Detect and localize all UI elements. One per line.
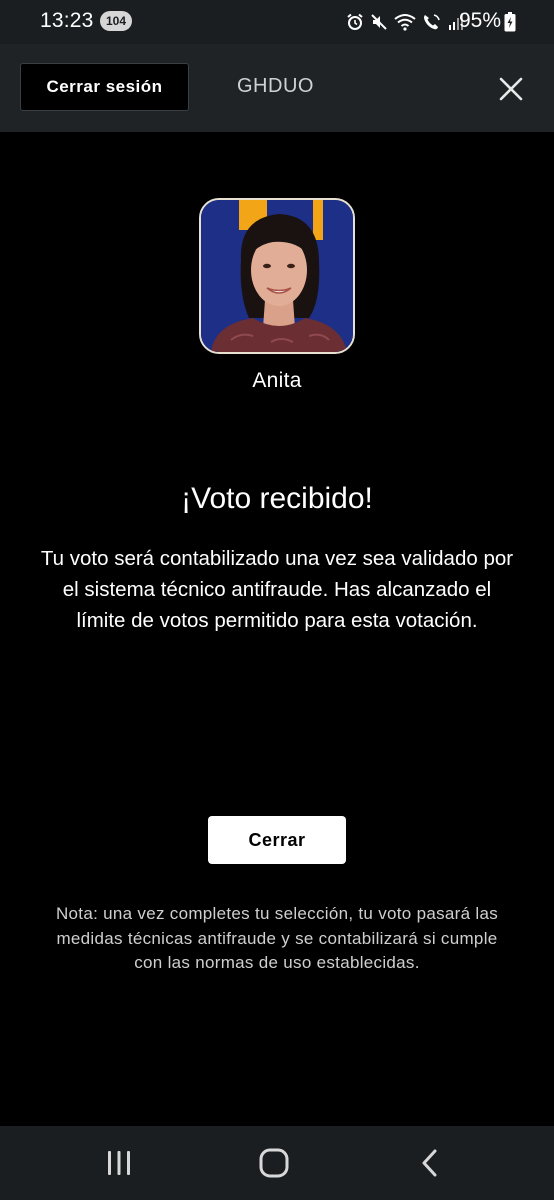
volte-call-icon (422, 13, 442, 31)
system-nav-bar (0, 1126, 554, 1200)
logout-button[interactable]: Cerrar sesión (20, 63, 189, 111)
mute-icon (370, 13, 388, 31)
home-icon[interactable] (254, 1146, 294, 1180)
notification-count-badge: 104 (100, 11, 132, 31)
battery-percent: 95% (459, 9, 502, 32)
recents-icon[interactable] (99, 1146, 139, 1180)
app-header: Cerrar sesión GHDUO (0, 44, 554, 132)
vote-message: Tu voto será contabilizado una vez sea v… (40, 547, 514, 632)
wifi-icon (394, 13, 416, 31)
status-time: 13:23 (40, 9, 94, 32)
status-bar: 13:23 104 95% (0, 0, 554, 44)
battery-charging-icon (504, 12, 516, 37)
close-icon[interactable] (496, 74, 526, 104)
status-icons (346, 11, 464, 33)
vote-received-title: ¡Voto recibido! (181, 482, 373, 515)
header-username: GHDUO (237, 75, 314, 97)
back-icon[interactable] (410, 1146, 450, 1180)
alarm-icon (346, 13, 364, 31)
candidate-name: Anita (252, 369, 302, 392)
close-button[interactable]: Cerrar (208, 816, 346, 864)
candidate-avatar (199, 198, 355, 354)
antifraud-note: Nota: una vez completes tu selección, tu… (55, 904, 499, 972)
